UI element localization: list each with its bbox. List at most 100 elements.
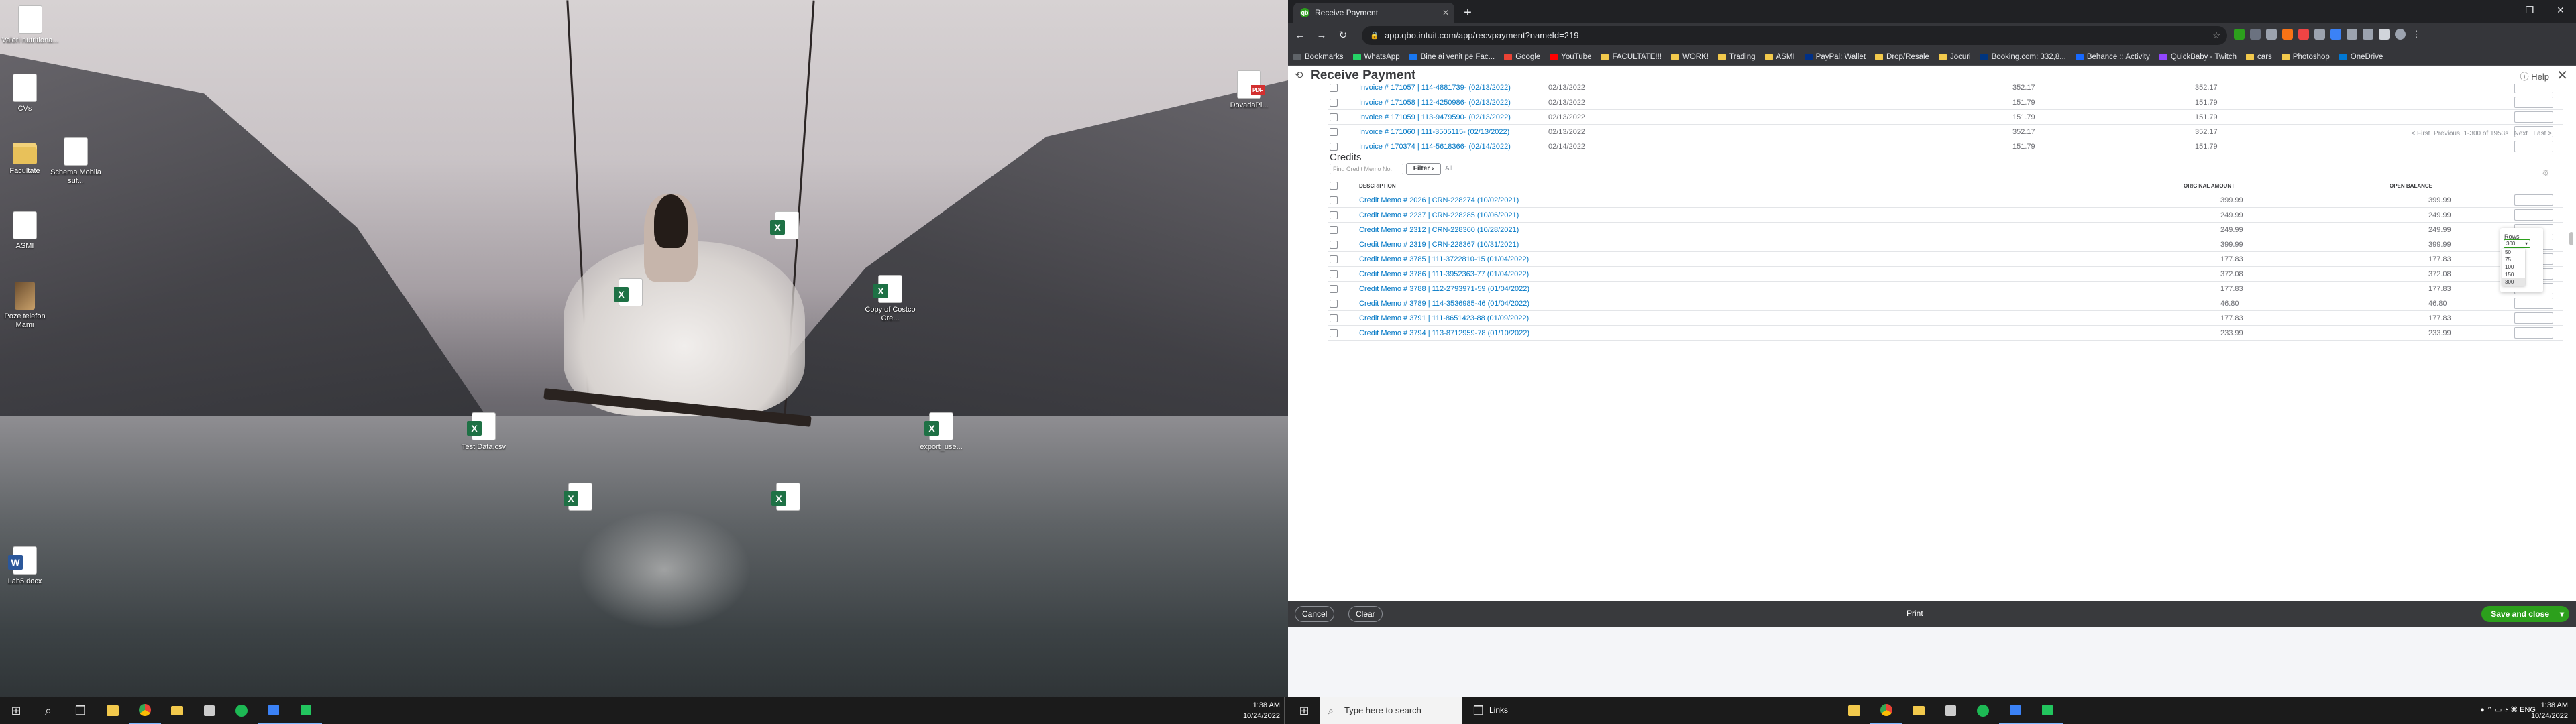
invoice-link[interactable]: Invoice # 170374 | 114-5618366- (02/14/2… xyxy=(1359,143,1511,151)
row-checkbox[interactable] xyxy=(1330,99,1338,107)
scrollbar[interactable] xyxy=(2569,125,2573,594)
bookmark-item[interactable]: cars xyxy=(2246,53,2272,61)
desktop-icon[interactable]: ASMI xyxy=(0,211,55,251)
rows-option[interactable]: 300 xyxy=(2502,278,2525,286)
desktop-icon[interactable]: Poze telefon Mami xyxy=(0,282,55,330)
credit-memo-link[interactable]: Credit Memo # 3785 | 111-3722810-15 (01/… xyxy=(1359,255,1529,263)
desktop-icon[interactable]: CVs xyxy=(0,74,55,113)
rows-option[interactable]: 150 xyxy=(2502,271,2525,278)
credit-memo-link[interactable]: Credit Memo # 3794 | 113-8712959-78 (01/… xyxy=(1359,329,1529,337)
clock[interactable]: 1:38 AM 10/24/2022 xyxy=(1243,700,1280,721)
payment-input[interactable] xyxy=(2514,209,2553,221)
app-icon[interactable] xyxy=(258,697,290,724)
search-icon[interactable]: ⌕ xyxy=(32,697,64,724)
app-icon[interactable] xyxy=(1999,697,2031,724)
help-button[interactable]: ⓘ Help xyxy=(2520,70,2549,82)
bookmark-item[interactable]: Bine ai venit pe Fac... xyxy=(1409,53,1495,61)
invoice-link[interactable]: Invoice # 171057 | 114-4881739- (02/13/2… xyxy=(1359,84,1511,92)
bookmark-item[interactable]: Bookmarks xyxy=(1293,53,1344,61)
invoice-link[interactable]: Invoice # 171058 | 112-4250986- (02/13/2… xyxy=(1359,99,1511,107)
credit-memo-link[interactable]: Credit Memo # 2319 | CRN-228367 (10/31/2… xyxy=(1359,241,1519,249)
payment-input[interactable] xyxy=(2514,312,2553,324)
row-checkbox[interactable] xyxy=(1330,241,1338,249)
bookmark-item[interactable]: YouTube xyxy=(1550,53,1591,61)
calendar-app-icon[interactable] xyxy=(1838,697,1870,724)
row-checkbox[interactable] xyxy=(1330,128,1338,136)
rows-option[interactable]: 100 xyxy=(2502,263,2525,271)
back-icon[interactable]: ← xyxy=(1291,26,1309,45)
credit-memo-link[interactable]: Credit Memo # 3791 | 111-8651423-88 (01/… xyxy=(1359,314,1529,322)
select-all-checkbox[interactable] xyxy=(1330,182,1338,190)
payment-input[interactable] xyxy=(2514,141,2553,152)
forward-icon[interactable]: → xyxy=(1312,26,1331,45)
bookmark-star-icon[interactable]: ☆ xyxy=(2212,26,2220,45)
extension-icon[interactable] xyxy=(2347,29,2357,40)
bookmark-item[interactable]: Behance :: Activity xyxy=(2075,53,2150,61)
profile-avatar[interactable] xyxy=(2395,29,2406,40)
bookmark-item[interactable]: Photoshop xyxy=(2281,53,2330,61)
calendar-app-icon[interactable] xyxy=(97,697,129,724)
bookmark-item[interactable]: FACULTATE!!! xyxy=(1601,53,1662,61)
spreadsheet-app-icon[interactable] xyxy=(290,697,322,724)
extension-icon[interactable] xyxy=(2298,29,2309,40)
taskbar-search-input[interactable]: ⌕ Type here to search xyxy=(1320,697,1462,724)
close-tab-icon[interactable]: ✕ xyxy=(1442,8,1449,17)
file-explorer-icon[interactable] xyxy=(1902,697,1935,724)
desktop-icon[interactable]: Test Data.csv xyxy=(453,412,514,452)
credit-memo-link[interactable]: Credit Memo # 2237 | CRN-228285 (10/06/2… xyxy=(1359,211,1519,219)
pager-previous[interactable]: Previous xyxy=(2434,130,2460,137)
row-checkbox[interactable] xyxy=(1330,84,1338,92)
credit-memo-link[interactable]: Credit Memo # 2312 | CRN-228360 (10/28/2… xyxy=(1359,226,1519,234)
desktop-icon[interactable]: Schema Mobila suf... xyxy=(46,137,106,186)
payment-input[interactable] xyxy=(2514,327,2553,339)
payment-input[interactable] xyxy=(2514,194,2553,206)
payment-input[interactable] xyxy=(2514,84,2553,93)
print-button[interactable]: Print xyxy=(1907,609,1923,618)
caret-down-icon[interactable]: ▾ xyxy=(2560,606,2564,622)
clear-button[interactable]: Clear xyxy=(1348,606,1383,622)
desktop-icon[interactable]: Lab5.docx xyxy=(0,546,55,586)
credit-memo-link[interactable]: Credit Memo # 3786 | 111-3952363-77 (01/… xyxy=(1359,270,1529,278)
row-checkbox[interactable] xyxy=(1330,211,1338,219)
bookmark-item[interactable]: Drop/Resale xyxy=(1875,53,1929,61)
pager-first[interactable]: < First xyxy=(2411,130,2430,137)
history-icon[interactable]: ⟲ xyxy=(1295,69,1303,81)
pager-next[interactable]: Next xyxy=(2514,130,2528,137)
close-window-button[interactable]: ✕ xyxy=(2545,0,2576,20)
extension-icon[interactable] xyxy=(2330,29,2341,40)
chrome-icon[interactable] xyxy=(129,697,161,724)
desktop-icon[interactable] xyxy=(757,211,817,242)
payment-input[interactable] xyxy=(2514,97,2553,108)
invoice-link[interactable]: Invoice # 171060 | 111-3505115- (02/13/2… xyxy=(1359,128,1509,136)
desktop-icon[interactable]: export_use... xyxy=(911,412,971,452)
credit-memo-link[interactable]: Credit Memo # 3788 | 112-2793971-59 (01/… xyxy=(1359,285,1529,293)
row-checkbox[interactable] xyxy=(1330,113,1338,121)
row-checkbox[interactable] xyxy=(1330,143,1338,151)
links-toolbar-label[interactable]: Links xyxy=(1489,705,1508,715)
desktop-icon[interactable] xyxy=(600,278,661,309)
desktop-icon[interactable] xyxy=(758,483,818,514)
rows-select[interactable]: 300 ▾ xyxy=(2504,239,2530,248)
cancel-button[interactable]: Cancel xyxy=(1295,606,1335,622)
close-icon[interactable]: ✕ xyxy=(2557,67,2568,84)
system-tray[interactable]: ● ⌃ ▭ ◔ ⌘ ENG xyxy=(2480,705,2536,714)
extension-icon[interactable] xyxy=(2250,29,2261,40)
address-bar[interactable]: 🔒 app.qbo.intuit.com/app/recvpayment?nam… xyxy=(1362,26,2227,45)
row-checkbox[interactable] xyxy=(1330,300,1338,308)
filter-button[interactable]: Filter › xyxy=(1406,163,1441,175)
extension-icon[interactable] xyxy=(2363,29,2373,40)
desktop-icon[interactable]: Copy of Costco Cre... xyxy=(860,275,920,323)
bookmark-item[interactable]: Booking.com: 332,8... xyxy=(1980,53,2066,61)
spreadsheet-app-icon[interactable] xyxy=(2031,697,2063,724)
maximize-button[interactable]: ❐ xyxy=(2514,0,2545,20)
rows-option[interactable]: 75 xyxy=(2502,256,2525,263)
row-checkbox[interactable] xyxy=(1330,196,1338,204)
find-credit-memo-input[interactable]: Find Credit Memo No. xyxy=(1330,164,1403,174)
credit-memo-link[interactable]: Credit Memo # 2026 | CRN-228274 (10/02/2… xyxy=(1359,196,1519,204)
rows-option[interactable]: 50 xyxy=(2502,249,2525,256)
bookmark-item[interactable]: ASMI xyxy=(1764,53,1795,61)
start-button[interactable]: ⊞ xyxy=(0,697,32,724)
gear-icon[interactable]: ⚙ xyxy=(2542,168,2549,178)
start-button[interactable]: ⊞ xyxy=(1288,697,1320,724)
bookmark-item[interactable]: OneDrive xyxy=(2339,53,2383,61)
